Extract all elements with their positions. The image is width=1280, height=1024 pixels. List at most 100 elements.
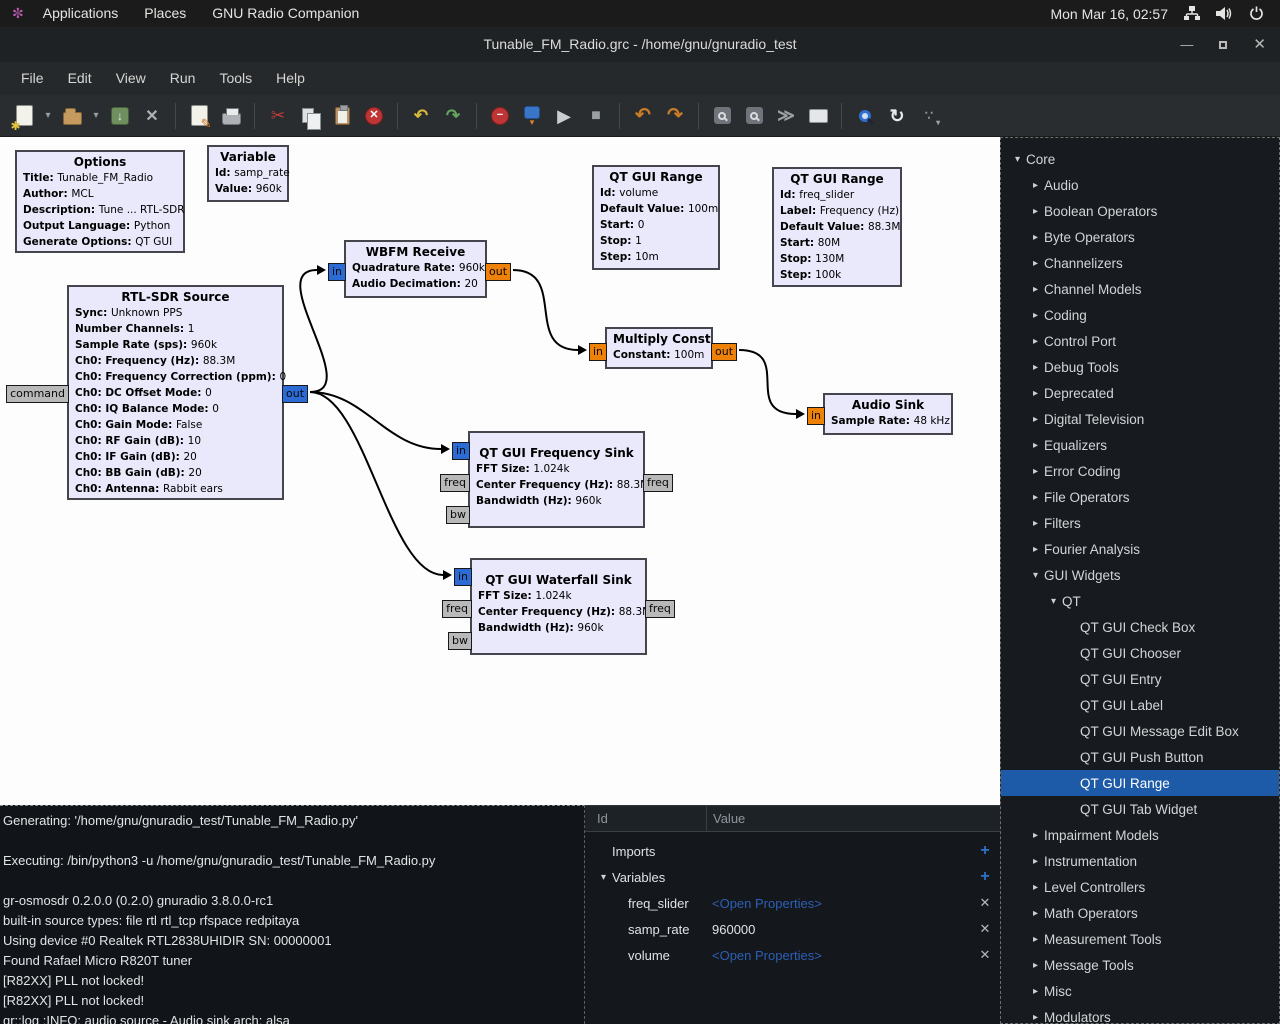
expander-icon[interactable]: ▸	[1027, 362, 1044, 373]
menu-file[interactable]: File	[9, 62, 56, 95]
tree-item-impairment-models[interactable]: ▸Impairment Models	[1001, 822, 1279, 848]
tree-item-qt-gui-entry[interactable]: QT GUI Entry	[1001, 666, 1279, 692]
block-variable_samp_rate[interactable]: VariableId: samp_rateValue: 960k	[207, 145, 289, 202]
expander-icon[interactable]: ▸	[1027, 1012, 1044, 1023]
port-bw[interactable]: bw	[448, 632, 472, 650]
close-file-button[interactable]: ✕	[136, 100, 168, 132]
expander-icon[interactable]: ▸	[1027, 544, 1044, 555]
port-in[interactable]: in	[452, 442, 470, 460]
execute-button[interactable]: ▶	[548, 100, 580, 132]
expander-icon[interactable]: ▸	[1027, 882, 1044, 893]
expander-icon[interactable]: ▸	[1027, 934, 1044, 945]
clock[interactable]: Mon Mar 16, 02:57	[1050, 6, 1168, 22]
save-file-button[interactable]: ↓	[104, 100, 136, 132]
dropdown-caret-button[interactable]: ▾	[40, 100, 56, 132]
expander-icon[interactable]: ▾	[1045, 596, 1062, 607]
tree-item-modulators[interactable]: ▸Modulators	[1001, 1004, 1279, 1024]
expander-icon[interactable]: ▸	[1027, 960, 1044, 971]
dropdown-caret-button[interactable]: ▾	[88, 100, 104, 132]
expander-icon[interactable]: ▸	[1027, 986, 1044, 997]
tree-item-coding[interactable]: ▸Coding	[1001, 302, 1279, 328]
cut-button[interactable]: ✂	[262, 100, 294, 132]
tree-item-qt-gui-range[interactable]: QT GUI Range	[1001, 770, 1279, 796]
expander-icon[interactable]: ▸	[1027, 440, 1044, 451]
tree-item-error-coding[interactable]: ▸Error Coding	[1001, 458, 1279, 484]
expander-icon[interactable]: ▸	[1027, 180, 1044, 191]
expander-icon[interactable]: ▸	[1027, 518, 1044, 529]
block-audio_sink[interactable]: Audio SinkSample Rate: 48 kHzin	[823, 393, 953, 435]
network-icon[interactable]	[1184, 6, 1200, 21]
redo-button[interactable]: ↷	[437, 100, 469, 132]
copy-button[interactable]	[294, 100, 326, 132]
tree-item-qt-gui-push-button[interactable]: QT GUI Push Button	[1001, 744, 1279, 770]
tree-item-math-operators[interactable]: ▸Math Operators	[1001, 900, 1279, 926]
reload-blocks-button[interactable]: ↻	[881, 100, 913, 132]
remove-icon[interactable]: ✕	[970, 895, 1000, 911]
block-qt_gui_range_volume[interactable]: QT GUI RangeId: volumeDefault Value: 100…	[592, 165, 720, 270]
tree-item-core[interactable]: ▾Core	[1001, 146, 1279, 172]
block-multiply_const[interactable]: Multiply ConstConstant: 100minout	[605, 327, 713, 369]
flowgraph-canvas[interactable]: OptionsTitle: Tunable_FM_RadioAuthor: MC…	[0, 137, 1000, 805]
expander-icon[interactable]: ▾	[1027, 570, 1044, 581]
tree-item-misc[interactable]: ▸Misc	[1001, 978, 1279, 1004]
expander-icon[interactable]: ▸	[1027, 310, 1044, 321]
menu-run[interactable]: Run	[158, 62, 208, 95]
delete-button[interactable]: ✕	[358, 100, 390, 132]
minimize-button[interactable]: —	[1180, 38, 1193, 51]
expander-icon[interactable]: ▸	[1027, 284, 1044, 295]
expander-icon[interactable]: ▾	[595, 872, 612, 883]
desktop-menu-gnu-radio-companion[interactable]: GNU Radio Companion	[199, 0, 372, 27]
remove-icon[interactable]: ✕	[970, 947, 1000, 963]
tree-item-instrumentation[interactable]: ▸Instrumentation	[1001, 848, 1279, 874]
port-in[interactable]: in	[328, 263, 346, 281]
tree-item-channelizers[interactable]: ▸Channelizers	[1001, 250, 1279, 276]
undo-button[interactable]: ↶	[405, 100, 437, 132]
tree-item-byte-operators[interactable]: ▸Byte Operators	[1001, 224, 1279, 250]
port-in[interactable]: in	[589, 343, 607, 361]
kill-button[interactable]: ■	[580, 100, 612, 132]
errors-button[interactable]: −	[484, 100, 516, 132]
port-command[interactable]: command	[6, 385, 69, 403]
tree-item-qt-gui-label[interactable]: QT GUI Label	[1001, 692, 1279, 718]
block-rtl_sdr_source[interactable]: RTL-SDR SourceSync: Unknown PPSNumber Ch…	[67, 285, 284, 500]
desktop-menu-applications[interactable]: Applications	[30, 0, 132, 27]
generate-button[interactable]: ▾	[516, 100, 548, 132]
tree-item-message-tools[interactable]: ▸Message Tools	[1001, 952, 1279, 978]
disable-button[interactable]	[738, 100, 770, 132]
var-value[interactable]: <Open Properties>	[707, 896, 970, 911]
tree-item-boolean-operators[interactable]: ▸Boolean Operators	[1001, 198, 1279, 224]
menu-edit[interactable]: Edit	[56, 62, 104, 95]
expander-icon[interactable]: ▸	[1027, 466, 1044, 477]
tree-item-qt-gui-chooser[interactable]: QT GUI Chooser	[1001, 640, 1279, 666]
block-qt_gui_frequency_sink[interactable]: QT GUI Frequency SinkFFT Size: 1.024kCen…	[468, 431, 645, 528]
print-button[interactable]	[215, 100, 247, 132]
expander-icon[interactable]: ▸	[1027, 492, 1044, 503]
console-log[interactable]: Generating: '/home/gnu/gnuradio_test/Tun…	[0, 805, 585, 1024]
maximize-button[interactable]	[1219, 41, 1227, 49]
tree-item-channel-models[interactable]: ▸Channel Models	[1001, 276, 1279, 302]
tree-item-qt-gui-check-box[interactable]: QT GUI Check Box	[1001, 614, 1279, 640]
block-library-tree[interactable]: ▾Core▸Audio▸Boolean Operators▸Byte Opera…	[1000, 137, 1280, 1024]
tree-item-filters[interactable]: ▸Filters	[1001, 510, 1279, 536]
open-file-button[interactable]	[56, 100, 88, 132]
tree-item-level-controllers[interactable]: ▸Level Controllers	[1001, 874, 1279, 900]
paste-button[interactable]	[326, 100, 358, 132]
tree-item-debug-tools[interactable]: ▸Debug Tools	[1001, 354, 1279, 380]
block-qt_gui_range_freq[interactable]: QT GUI RangeId: freq_sliderLabel: Freque…	[772, 167, 902, 287]
new-file-button[interactable]: ✱	[8, 100, 40, 132]
port-out[interactable]: out	[282, 385, 308, 403]
tree-item-fourier-analysis[interactable]: ▸Fourier Analysis	[1001, 536, 1279, 562]
enable-button[interactable]	[706, 100, 738, 132]
expander-icon[interactable]: ▸	[1027, 856, 1044, 867]
oot-modules-button[interactable]: ∵▾	[913, 100, 945, 132]
remove-icon[interactable]: ✕	[970, 921, 1000, 937]
tree-item-measurement-tools[interactable]: ▸Measurement Tools	[1001, 926, 1279, 952]
menu-view[interactable]: View	[104, 62, 158, 95]
port-out[interactable]: out	[485, 263, 511, 281]
rotate-cw-button[interactable]: ↷	[659, 100, 691, 132]
tree-item-equalizers[interactable]: ▸Equalizers	[1001, 432, 1279, 458]
port-freq[interactable]: freq	[643, 474, 673, 492]
tree-item-control-port[interactable]: ▸Control Port	[1001, 328, 1279, 354]
find-block-button[interactable]	[849, 100, 881, 132]
add-icon[interactable]: +	[970, 868, 1000, 886]
